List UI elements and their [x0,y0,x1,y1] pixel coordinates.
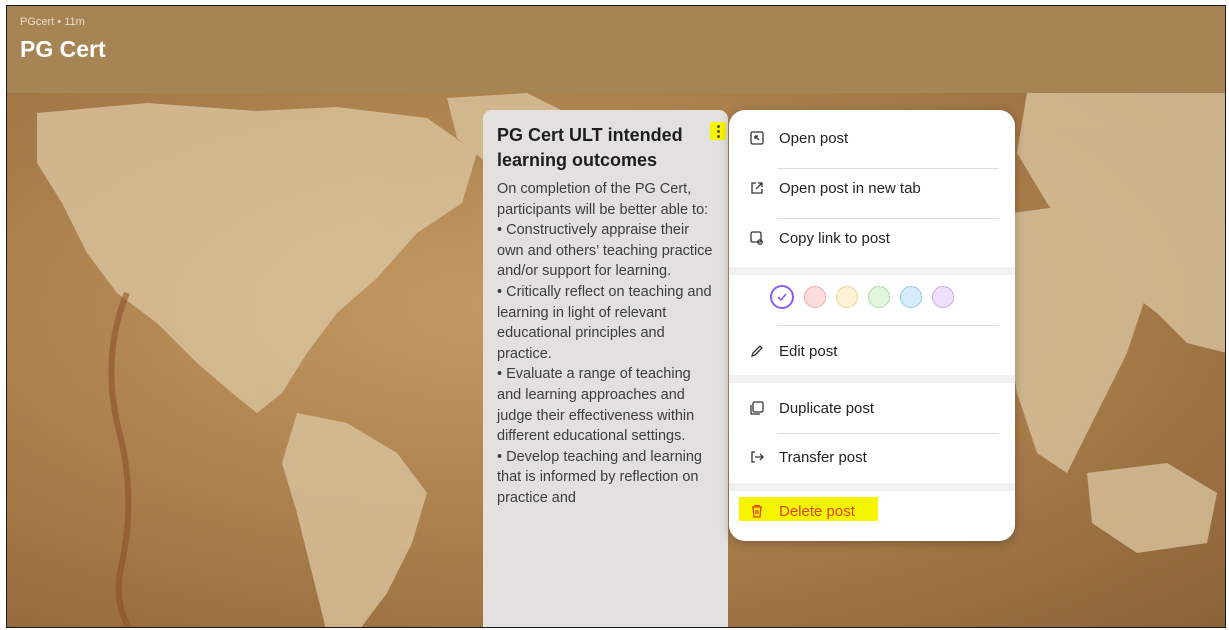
menu-delete-post[interactable]: Delete post [729,491,1015,531]
trash-icon [749,503,765,519]
color-swatch-green[interactable] [868,286,890,308]
post-title: PG Cert ULT intended learning outcomes [497,125,683,170]
menu-transfer-post[interactable]: Transfer post [729,437,1015,477]
menu-open-new-tab[interactable]: Open post in new tab [729,168,1015,208]
menu-label: Open post in new tab [779,179,921,197]
post-context-menu: Open post Open post in new tab Copy link… [729,110,1015,541]
board-meta: PGcert • 11m [20,16,85,28]
menu-section-separator [729,483,1015,491]
post-body: On completion of the PG Cert, participan… [497,181,713,506]
external-link-icon [749,180,765,196]
menu-divider [777,325,999,326]
post-options-icon[interactable] [710,122,726,140]
post-card[interactable]: PG Cert ULT intended learning outcomes O… [483,110,728,627]
menu-divider [777,433,999,434]
color-swatch-white[interactable] [770,285,794,309]
menu-label: Open post [779,129,849,147]
color-swatch-purple[interactable] [932,286,954,308]
board-header: PGcert • 11m PG Cert [7,6,1225,93]
menu-label: Edit post [779,342,838,360]
board-title[interactable]: PG Cert [20,36,106,63]
color-swatch-blue[interactable] [900,286,922,308]
expand-icon [749,130,765,146]
link-icon [749,230,765,246]
menu-section-separator [729,375,1015,383]
pencil-icon [749,343,765,359]
menu-section-separator [729,267,1015,275]
menu-label: Delete post [779,502,855,520]
menu-copy-link[interactable]: Copy link to post [729,218,1015,258]
post-color-picker [770,285,954,309]
menu-label: Copy link to post [779,229,890,247]
menu-open-post[interactable]: Open post [729,118,1015,158]
color-swatch-yellow[interactable] [836,286,858,308]
padlet-window: PGcert • 11m PG Cert PG Cert ULT intende… [6,5,1226,628]
check-icon [777,293,787,302]
transfer-icon [749,449,765,465]
menu-label: Duplicate post [779,399,875,417]
menu-duplicate-post[interactable]: Duplicate post [729,388,1015,428]
duplicate-icon [749,400,765,416]
menu-edit-post[interactable]: Edit post [729,331,1015,371]
color-swatch-red[interactable] [804,286,826,308]
menu-label: Transfer post [779,448,867,466]
